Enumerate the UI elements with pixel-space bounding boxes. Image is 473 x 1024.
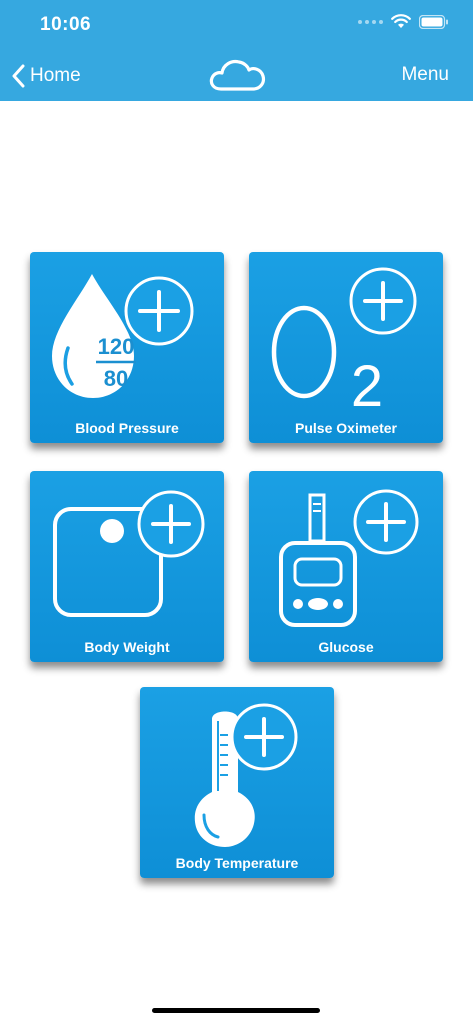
svg-text:2: 2 xyxy=(351,354,383,419)
blood-drop-icon: 120 80 xyxy=(52,274,136,398)
wifi-icon xyxy=(391,14,411,28)
tile-label: Blood Pressure xyxy=(75,420,179,436)
glucose-meter-icon xyxy=(279,493,357,627)
body-temperature-tile[interactable]: Body Temperature xyxy=(140,687,334,878)
plus-circle-icon xyxy=(124,276,194,346)
battery-icon xyxy=(419,14,448,29)
status-indicators xyxy=(358,14,449,29)
status-time: 10:06 xyxy=(40,14,92,35)
signal-icon xyxy=(358,19,383,24)
top-bar: 10:06 Home Menu xyxy=(0,0,473,101)
plus-circle-icon xyxy=(349,267,417,335)
plus-circle-icon xyxy=(137,490,205,558)
back-button[interactable]: Home xyxy=(12,62,81,90)
pulse-oximeter-tile[interactable]: 2 Pulse Oximeter xyxy=(249,252,443,443)
home-indicator[interactable] xyxy=(152,1008,320,1013)
blood-pressure-tile[interactable]: 120 80 Blood Pressure xyxy=(30,252,224,443)
plus-circle-icon xyxy=(230,703,298,771)
back-button-label: Home xyxy=(30,65,81,86)
tile-label: Glucose xyxy=(318,639,374,655)
plus-circle-icon xyxy=(353,489,419,555)
tile-label: Pulse Oximeter xyxy=(295,420,397,436)
body-weight-tile[interactable]: Body Weight xyxy=(30,471,224,662)
menu-button[interactable]: Menu xyxy=(401,64,449,86)
tile-label: Body Weight xyxy=(84,639,170,655)
svg-text:80: 80 xyxy=(104,366,128,391)
chevron-left-icon xyxy=(12,64,25,88)
svg-text:120: 120 xyxy=(98,334,135,359)
cloud-logo-icon xyxy=(209,59,266,91)
glucose-tile[interactable]: Glucose xyxy=(249,471,443,662)
tile-label: Body Temperature xyxy=(175,855,299,871)
